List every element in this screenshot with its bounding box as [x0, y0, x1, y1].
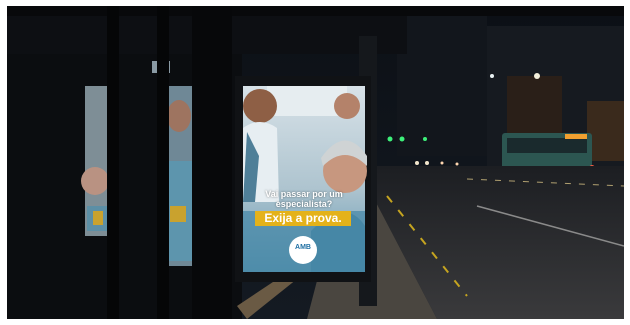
ad-cta: Exija a prova.	[255, 211, 351, 226]
logo-text: AMB	[295, 244, 311, 251]
amb-logo: AMB	[289, 236, 317, 264]
night-street-photo: Vai passar por um especialista? Exija a …	[7, 6, 624, 319]
billboard-ad: Vai passar por um especialista? Exija a …	[243, 86, 365, 272]
ad-question: Vai passar por um especialista?	[265, 189, 343, 209]
